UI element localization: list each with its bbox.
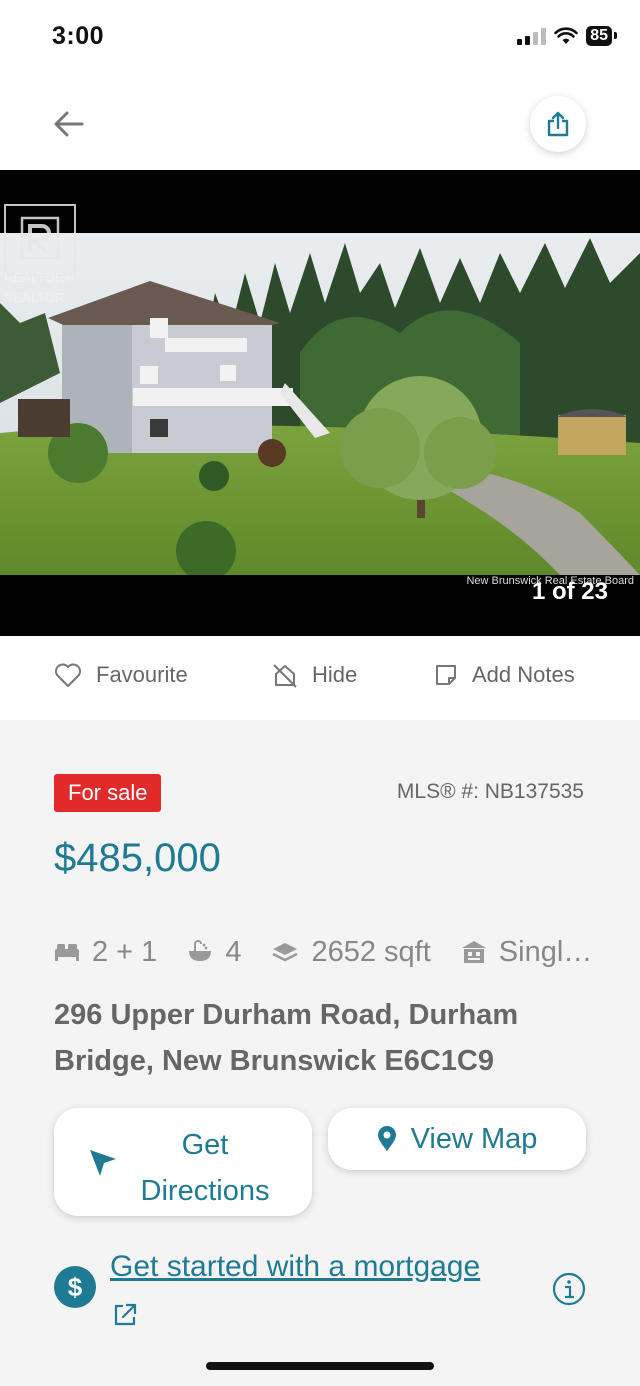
hide-label: Hide — [312, 662, 358, 687]
add-notes-label: Add Notes — [472, 662, 575, 687]
beds-spec: 2 + 1 — [54, 936, 157, 969]
status-icons: 85 — [517, 26, 617, 46]
battery-indicator: 85 — [586, 26, 617, 46]
directions-label-line-2: Directions — [140, 1175, 270, 1207]
directions-label-line-1: Get — [181, 1129, 229, 1161]
bed-icon — [55, 944, 79, 961]
property-specs: 2 + 1 4 2652 sqft Singl… — [54, 932, 614, 972]
view-map-label: View Map — [410, 1122, 538, 1155]
favourite-label: Favourite — [96, 662, 188, 687]
area-layers-icon — [272, 943, 299, 962]
mortgage-link[interactable]: Get started with a mortgage — [110, 1250, 480, 1284]
nav-header — [0, 80, 640, 170]
favourite-button[interactable]: Favourite — [54, 662, 188, 688]
wifi-icon — [554, 27, 579, 44]
signal-icon — [517, 27, 547, 45]
baths-value: 4 — [225, 935, 242, 968]
share-button[interactable] — [530, 96, 586, 152]
mortgage-row: $ Get started with a mortgage — [54, 1250, 594, 1340]
view-map-button[interactable]: View Map — [328, 1108, 586, 1170]
arrow-left-icon — [54, 111, 84, 137]
listing-price: $485,000 — [54, 836, 221, 880]
info-icon[interactable] — [552, 1272, 586, 1306]
note-icon — [436, 665, 456, 685]
home-indicator[interactable] — [206, 1362, 434, 1370]
hide-button[interactable]: Hide — [272, 662, 357, 688]
map-pin-icon — [377, 1126, 396, 1151]
back-button[interactable] — [48, 104, 88, 144]
realtor-r-icon — [20, 216, 60, 260]
realtor-text-2: REALTOR — [4, 290, 65, 305]
type-value: Singl… — [498, 935, 593, 968]
building-type-icon — [461, 941, 486, 963]
beds-value: 2 + 1 — [92, 935, 158, 968]
share-icon — [547, 111, 569, 137]
heart-icon — [55, 663, 81, 687]
mls-number: MLS® #: NB137535 — [396, 780, 584, 803]
status-time: 3:00 — [52, 22, 105, 50]
listing-actions: Favourite Hide Add Notes — [0, 636, 640, 720]
realtor-logo — [4, 204, 76, 276]
house-photo — [0, 233, 640, 575]
add-notes-button[interactable]: Add Notes — [434, 662, 575, 688]
external-link-icon — [114, 1303, 137, 1326]
realtor-text-1: REALTOR® — [4, 270, 74, 285]
bathtub-icon — [189, 940, 212, 961]
get-directions-button[interactable]: Get Directions — [54, 1108, 312, 1216]
dollar-icon: $ — [54, 1266, 96, 1308]
type-spec: Singl… — [461, 935, 593, 969]
status-bar: 3:00 85 — [0, 0, 640, 80]
listing-photo-gallery[interactable]: REALTOR® REALTOR New Brunswick Real Esta… — [0, 170, 640, 636]
status-badge: For sale — [54, 774, 162, 812]
sqft-value: 2652 sqft — [311, 935, 431, 968]
navigation-arrow-icon — [90, 1150, 116, 1176]
photo-counter: 1 of 23 — [531, 578, 608, 605]
baths-spec: 4 — [187, 936, 241, 969]
hide-home-icon — [273, 664, 297, 688]
listing-address: 296 Upper Durham Road, Durham Bridge, Ne… — [54, 999, 519, 1077]
listing-details: For sale MLS® #: NB137535 $485,000 2 + 1… — [0, 720, 640, 1386]
sqft-spec: 2652 sqft — [271, 935, 431, 969]
